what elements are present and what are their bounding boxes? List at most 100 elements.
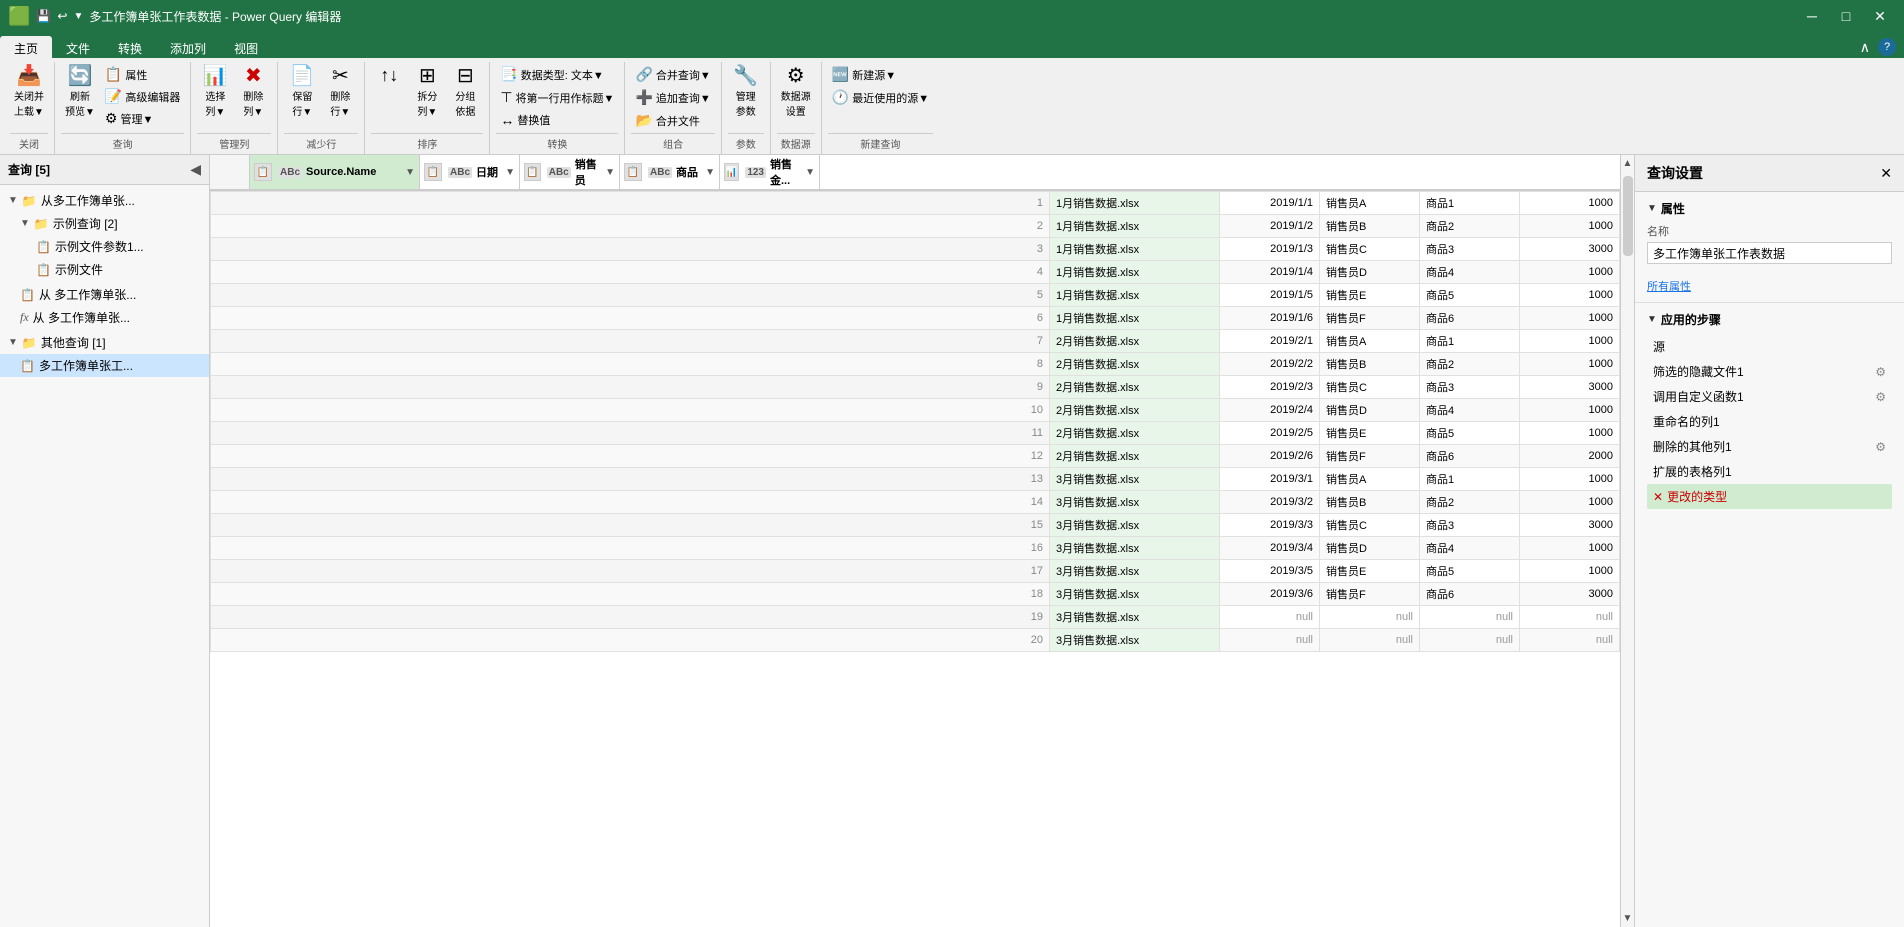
table-cell[interactable]: 商品1: [1420, 330, 1520, 353]
col-type-icon-amount[interactable]: 📊: [724, 163, 739, 181]
steps-chevron[interactable]: ▼: [1647, 314, 1657, 325]
table-row[interactable]: 112月销售数据.xlsx2019/2/5销售员E商品51000: [211, 422, 1620, 445]
table-cell[interactable]: 商品3: [1420, 376, 1520, 399]
table-cell[interactable]: 销售员E: [1320, 284, 1420, 307]
step-item[interactable]: 源: [1647, 334, 1892, 359]
table-cell[interactable]: 商品2: [1420, 215, 1520, 238]
use-first-row-button[interactable]: ⊤ 将第一行用作标题▼: [496, 87, 618, 108]
table-cell[interactable]: 2019/3/5: [1220, 560, 1320, 583]
close-button[interactable]: ✕: [1864, 4, 1896, 28]
query-pane-toggle[interactable]: ◀: [190, 161, 201, 178]
table-cell[interactable]: 1000: [1520, 422, 1620, 445]
quick-access-save[interactable]: 💾: [36, 9, 51, 23]
table-cell[interactable]: 2019/2/3: [1220, 376, 1320, 399]
step-item[interactable]: ✕更改的类型: [1647, 484, 1892, 509]
table-cell[interactable]: 商品5: [1420, 284, 1520, 307]
table-row[interactable]: 41月销售数据.xlsx2019/1/4销售员D商品41000: [211, 261, 1620, 284]
table-cell[interactable]: 销售员B: [1320, 353, 1420, 376]
table-cell[interactable]: 2019/2/4: [1220, 399, 1320, 422]
table-cell[interactable]: 销售员D: [1320, 537, 1420, 560]
col-header-source[interactable]: 📋 ABc Source.Name ▼: [250, 155, 420, 189]
tab-add-column[interactable]: 添加列: [156, 36, 220, 58]
table-cell[interactable]: 销售员F: [1320, 583, 1420, 606]
table-cell[interactable]: 2000: [1520, 445, 1620, 468]
col-filter-amount[interactable]: ▼: [805, 167, 815, 178]
table-cell[interactable]: 1月销售数据.xlsx: [1050, 238, 1220, 261]
table-cell[interactable]: 商品6: [1420, 583, 1520, 606]
table-row[interactable]: 51月销售数据.xlsx2019/1/5销售员E商品51000: [211, 284, 1620, 307]
step-settings-icon[interactable]: ⚙: [1875, 390, 1886, 404]
table-cell[interactable]: 3000: [1520, 376, 1620, 399]
table-cell[interactable]: 销售员F: [1320, 445, 1420, 468]
tab-file[interactable]: 文件: [52, 36, 104, 58]
settings-pane-close[interactable]: ✕: [1880, 165, 1892, 182]
table-cell[interactable]: 1000: [1520, 307, 1620, 330]
table-cell[interactable]: 2月销售数据.xlsx: [1050, 422, 1220, 445]
table-cell[interactable]: 销售员C: [1320, 238, 1420, 261]
table-cell[interactable]: 3月销售数据.xlsx: [1050, 560, 1220, 583]
replace-values-button[interactable]: ↔ 替换值: [496, 110, 554, 130]
table-cell[interactable]: null: [1320, 606, 1420, 629]
manage-params-button[interactable]: 🔧 管理参数: [728, 64, 764, 120]
table-cell[interactable]: 商品4: [1420, 537, 1520, 560]
table-cell[interactable]: 销售员C: [1320, 376, 1420, 399]
table-cell[interactable]: 1000: [1520, 284, 1620, 307]
table-cell[interactable]: 3月销售数据.xlsx: [1050, 514, 1220, 537]
table-cell[interactable]: 销售员C: [1320, 514, 1420, 537]
col-filter-source[interactable]: ▼: [405, 167, 415, 178]
advanced-editor-button[interactable]: 📝 高级编辑器: [101, 86, 184, 107]
table-row[interactable]: 143月销售数据.xlsx2019/3/2销售员B商品21000: [211, 491, 1620, 514]
table-cell[interactable]: 1月销售数据.xlsx: [1050, 261, 1220, 284]
table-cell[interactable]: 商品6: [1420, 307, 1520, 330]
properties-button[interactable]: 📋 属性: [101, 64, 184, 85]
tree-item-from-workbook[interactable]: 📋 从 多工作簿单张...: [0, 283, 209, 306]
table-cell[interactable]: 1000: [1520, 330, 1620, 353]
vertical-scrollbar[interactable]: ▲ ▼: [1620, 155, 1634, 927]
table-cell[interactable]: 1月销售数据.xlsx: [1050, 284, 1220, 307]
col-filter-sales[interactable]: ▼: [605, 167, 615, 178]
table-cell[interactable]: 销售员B: [1320, 491, 1420, 514]
table-cell[interactable]: 3月销售数据.xlsx: [1050, 468, 1220, 491]
tree-item-active[interactable]: 📋 多工作簿单张工...: [0, 354, 209, 377]
table-cell[interactable]: 2019/2/5: [1220, 422, 1320, 445]
remove-rows-button[interactable]: ✂ 删除行▼: [322, 64, 358, 120]
table-cell[interactable]: 2019/1/2: [1220, 215, 1320, 238]
datasource-settings-button[interactable]: ⚙ 数据源设置: [777, 64, 815, 120]
table-cell[interactable]: 销售员D: [1320, 399, 1420, 422]
table-cell[interactable]: 销售员E: [1320, 560, 1420, 583]
table-row[interactable]: 82月销售数据.xlsx2019/2/2销售员B商品21000: [211, 353, 1620, 376]
col-type-icon-source[interactable]: 📋: [254, 163, 272, 181]
table-cell[interactable]: null: [1420, 606, 1520, 629]
table-cell[interactable]: 销售员F: [1320, 307, 1420, 330]
table-row[interactable]: 163月销售数据.xlsx2019/3/4销售员D商品41000: [211, 537, 1620, 560]
col-filter-date[interactable]: ▼: [505, 167, 515, 178]
table-cell[interactable]: 商品2: [1420, 491, 1520, 514]
table-cell[interactable]: 2019/2/6: [1220, 445, 1320, 468]
col-header-salesperson[interactable]: 📋 ABc 销售员 ▼: [520, 155, 620, 189]
table-cell[interactable]: 2019/1/3: [1220, 238, 1320, 261]
table-row[interactable]: 153月销售数据.xlsx2019/3/3销售员C商品33000: [211, 514, 1620, 537]
table-cell[interactable]: 商品3: [1420, 238, 1520, 261]
col-type-icon-date[interactable]: 📋: [424, 163, 442, 181]
table-cell[interactable]: 商品1: [1420, 192, 1520, 215]
quick-access-dropdown[interactable]: ▼: [73, 11, 83, 22]
table-cell[interactable]: 2019/3/1: [1220, 468, 1320, 491]
table-cell[interactable]: 2019/3/4: [1220, 537, 1320, 560]
step-error-icon[interactable]: ✕: [1653, 490, 1663, 504]
table-row[interactable]: 11月销售数据.xlsx2019/1/1销售员A商品11000: [211, 192, 1620, 215]
table-cell[interactable]: 1000: [1520, 192, 1620, 215]
col-filter-product[interactable]: ▼: [705, 167, 715, 178]
table-cell[interactable]: 2月销售数据.xlsx: [1050, 376, 1220, 399]
table-cell[interactable]: 2019/2/2: [1220, 353, 1320, 376]
table-cell[interactable]: 1000: [1520, 560, 1620, 583]
table-row[interactable]: 92月销售数据.xlsx2019/2/3销售员C商品33000: [211, 376, 1620, 399]
close-load-button[interactable]: 📥 关闭并上载▼: [10, 64, 48, 120]
table-cell[interactable]: 商品4: [1420, 399, 1520, 422]
step-item[interactable]: 调用自定义函数1⚙: [1647, 384, 1892, 409]
table-row[interactable]: 133月销售数据.xlsx2019/3/1销售员A商品11000: [211, 468, 1620, 491]
table-cell[interactable]: 商品4: [1420, 261, 1520, 284]
combine-files-button[interactable]: 📂 合并文件: [631, 110, 703, 131]
recent-sources-button[interactable]: 🕐 最近使用的源▼: [828, 87, 933, 108]
table-row[interactable]: 203月销售数据.xlsxnullnullnullnull: [211, 629, 1620, 652]
table-cell[interactable]: 销售员A: [1320, 330, 1420, 353]
